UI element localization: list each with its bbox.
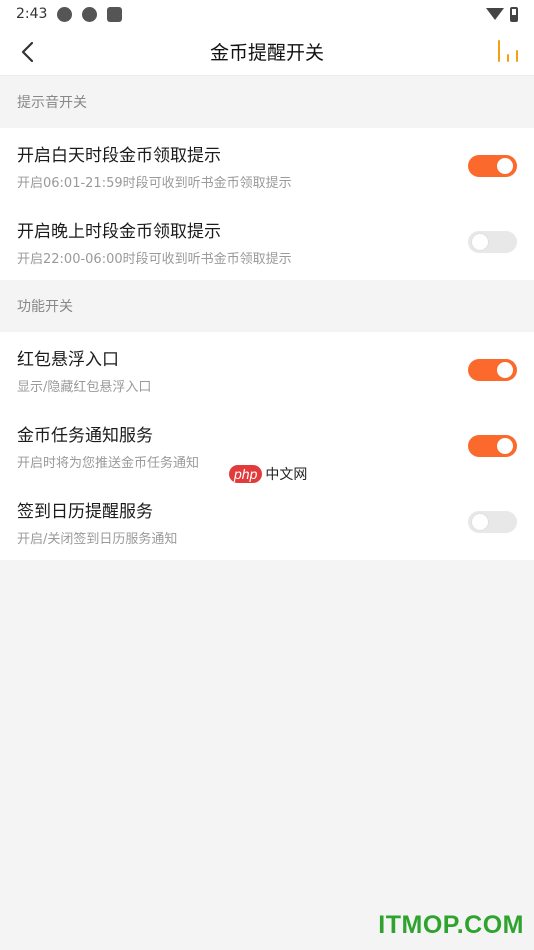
task-notify-toggle[interactable] [468, 435, 517, 457]
setting-title: 签到日历提醒服务 [17, 502, 153, 522]
setting-row-day-reminder[interactable]: 开启白天时段金币领取提示 开启06:01-21:59时段可收到听书金币领取提示 [0, 128, 534, 204]
settings-group-features: 红包悬浮入口 显示/隐藏红包悬浮入口 金币任务通知服务 开启时将为您推送金币任务… [0, 332, 534, 560]
day-reminder-toggle[interactable] [468, 155, 517, 177]
setting-texts: 开启白天时段金币领取提示 开启06:01-21:59时段可收到听书金币领取提示 [17, 141, 292, 191]
battery-icon [510, 6, 518, 22]
status-bar: 2:43 [0, 0, 534, 28]
setting-row-task-notify[interactable]: 金币任务通知服务 开启时将为您推送金币任务通知 [0, 408, 534, 484]
top-nav-bar: 金币提醒开关 [0, 28, 534, 76]
setting-subtitle: 开启/关闭签到日历服务通知 [17, 532, 178, 547]
setting-texts: 红包悬浮入口 显示/隐藏红包悬浮入口 [17, 345, 151, 395]
setting-title: 金币任务通知服务 [17, 426, 153, 446]
back-button[interactable] [14, 38, 40, 66]
toggle-knob [497, 438, 513, 454]
setting-title: 开启白天时段金币领取提示 [17, 146, 221, 166]
setting-texts: 开启晚上时段金币领取提示 开启22:00-06:00时段可收到听书金币领取提示 [17, 217, 292, 267]
checkin-calendar-toggle[interactable] [468, 511, 517, 533]
status-left: 2:43 [16, 6, 123, 22]
setting-texts: 签到日历提醒服务 开启/关闭签到日历服务通知 [17, 497, 177, 547]
setting-title: 红包悬浮入口 [17, 350, 119, 370]
settings-list: 提示音开关 开启白天时段金币领取提示 开启06:01-21:59时段可收到听书金… [0, 76, 534, 560]
setting-subtitle: 开启22:00-06:00时段可收到听书金币领取提示 [17, 252, 292, 267]
chevron-left-icon [21, 41, 34, 63]
setting-subtitle: 开启06:01-21:59时段可收到听书金币领取提示 [17, 176, 292, 191]
setting-row-checkin-calendar[interactable]: 签到日历提醒服务 开启/关闭签到日历服务通知 [0, 484, 534, 560]
section-header-sound: 提示音开关 [17, 95, 87, 111]
status-right [486, 6, 518, 22]
bar-chart-icon[interactable] [498, 40, 522, 62]
toggle-knob [497, 158, 513, 174]
toggle-knob [497, 362, 513, 378]
setting-title: 开启晚上时段金币领取提示 [17, 222, 221, 242]
a-badge-icon [107, 6, 123, 22]
android-icon [57, 6, 73, 22]
sync-icon [82, 6, 98, 22]
toggle-knob [472, 514, 488, 530]
setting-row-red-packet[interactable]: 红包悬浮入口 显示/隐藏红包悬浮入口 [0, 332, 534, 408]
status-time: 2:43 [16, 6, 48, 22]
settings-group-sound: 开启白天时段金币领取提示 开启06:01-21:59时段可收到听书金币领取提示 … [0, 128, 534, 280]
section-header-features: 功能开关 [17, 299, 73, 315]
night-reminder-toggle[interactable] [468, 231, 517, 253]
setting-texts: 金币任务通知服务 开启时将为您推送金币任务通知 [17, 421, 199, 471]
wifi-icon [486, 8, 504, 20]
setting-row-night-reminder[interactable]: 开启晚上时段金币领取提示 开启22:00-06:00时段可收到听书金币领取提示 [0, 204, 534, 280]
page-title: 金币提醒开关 [209, 42, 324, 64]
setting-subtitle: 开启时将为您推送金币任务通知 [17, 456, 200, 471]
setting-subtitle: 显示/隐藏红包悬浮入口 [17, 380, 152, 395]
red-packet-toggle[interactable] [468, 359, 517, 381]
toggle-knob [472, 234, 488, 250]
itmop-watermark: ITMOP.COM [378, 911, 524, 939]
